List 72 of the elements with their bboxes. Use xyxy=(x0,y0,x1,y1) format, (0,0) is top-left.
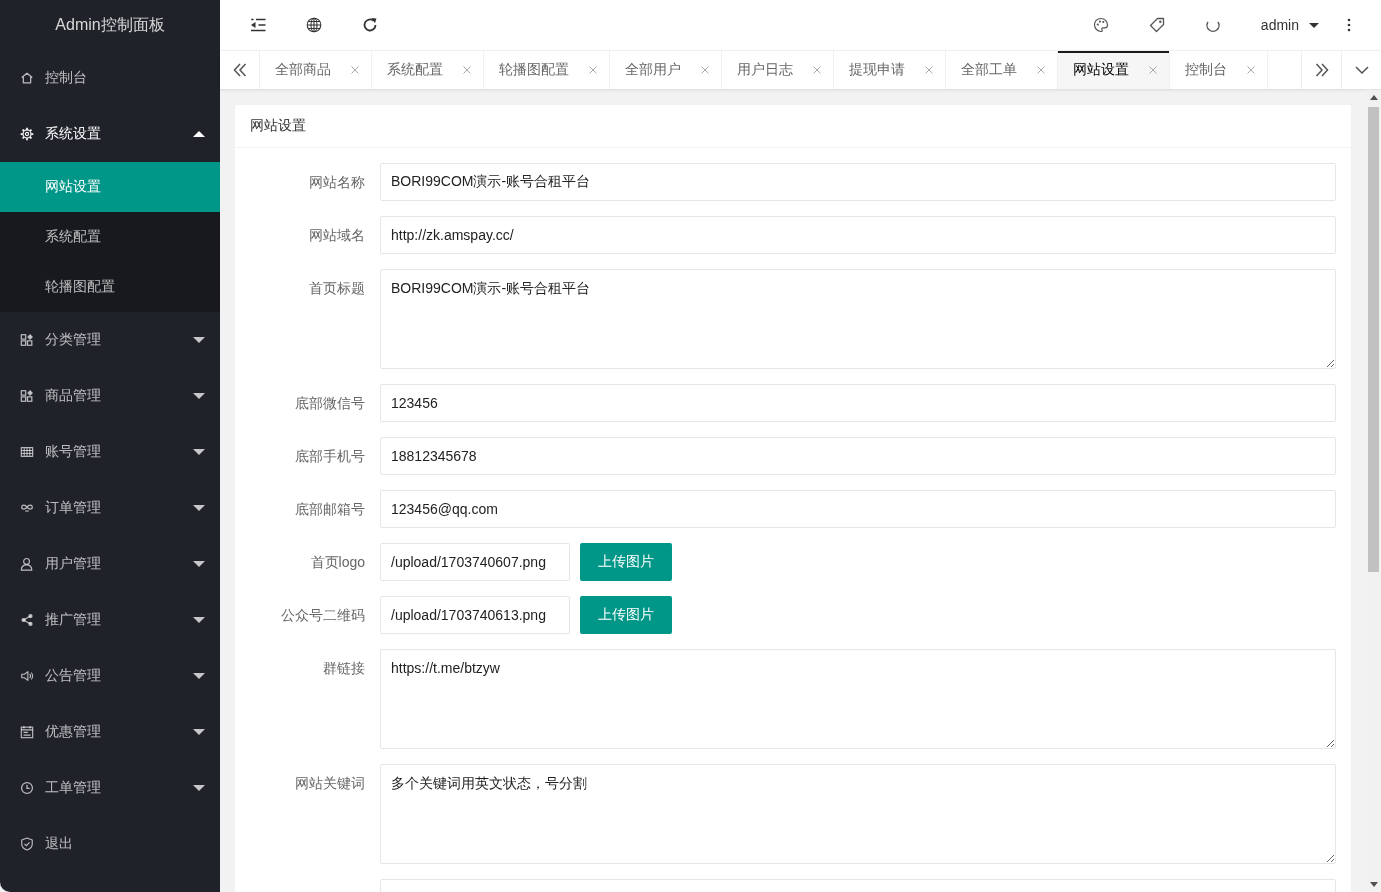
calendar-icon xyxy=(20,725,34,739)
text-field[interactable]: /upload/1703740613.png xyxy=(380,596,570,634)
tab[interactable]: 提现申请 xyxy=(834,51,946,89)
arrow-down-icon[interactable] xyxy=(1369,882,1378,887)
sidebar-item[interactable]: 优惠管理 xyxy=(0,704,220,760)
card-title: 网站设置 xyxy=(250,117,306,135)
caret-down-icon[interactable] xyxy=(1309,22,1319,28)
tab[interactable]: 网站设置 xyxy=(1058,51,1170,89)
speaker-icon xyxy=(20,669,34,683)
field-label: 公众号二维码 xyxy=(281,607,365,623)
text-field[interactable]: 123456 xyxy=(380,384,1336,422)
field-label: 网站名称 xyxy=(309,174,365,190)
chevron-down-icon[interactable] xyxy=(1354,66,1369,74)
tab[interactable]: 全部商品 xyxy=(260,51,372,89)
field-label: 首页logo xyxy=(310,554,365,570)
user-name[interactable]: admin xyxy=(1260,17,1299,33)
grid-icon xyxy=(20,445,34,459)
submenu-item[interactable]: 系统配置 xyxy=(0,212,220,262)
upload-button[interactable]: 上传图片 xyxy=(580,596,672,634)
tab[interactable]: 控制台 xyxy=(1170,51,1268,89)
tab[interactable]: 系统配置 xyxy=(372,51,484,89)
sidebar-item[interactable]: 控制台 xyxy=(0,50,220,106)
textarea-field[interactable]: https://t.me/btzyw xyxy=(380,649,1336,749)
share-icon xyxy=(20,613,34,627)
sidebar-item[interactable]: 账号管理 xyxy=(0,424,220,480)
field-label: 底部微信号 xyxy=(295,395,365,411)
upload-button[interactable]: 上传图片 xyxy=(580,543,672,581)
tab[interactable]: 轮播图配置 xyxy=(484,51,610,89)
sidebar-item[interactable]: 商品管理 xyxy=(0,368,220,424)
apps-icon xyxy=(20,333,34,347)
textarea-field[interactable]: 多个关键词用英文状态，号分割 xyxy=(380,764,1336,864)
tab[interactable]: 用户日志 xyxy=(722,51,834,89)
field-label: 网站关键词 xyxy=(295,775,365,791)
menu-fold-icon[interactable] xyxy=(250,17,266,33)
chevrons-right-icon[interactable] xyxy=(1314,63,1329,77)
submenu-item[interactable]: 轮播图配置 xyxy=(0,262,220,312)
submenu-item[interactable]: 网站设置 xyxy=(0,162,220,212)
field-label: 网站域名 xyxy=(309,227,365,243)
globe-icon[interactable] xyxy=(306,17,322,33)
chevrons-left-icon[interactable] xyxy=(232,63,247,77)
apps-icon xyxy=(20,389,34,403)
sidebar-item[interactable]: 工单管理 xyxy=(0,760,220,816)
arrow-up-icon[interactable] xyxy=(1369,95,1378,100)
text-field[interactable]: http://zk.amspay.cc/ xyxy=(380,216,1336,254)
sidebar-item[interactable]: 退出 xyxy=(0,816,220,872)
sidebar-item[interactable]: 用户管理 xyxy=(0,536,220,592)
scrollbar-thumb[interactable] xyxy=(1368,107,1379,572)
text-field[interactable]: 18812345678 xyxy=(380,437,1336,475)
text-field[interactable]: 123456@qq.com xyxy=(380,490,1336,528)
gear-icon xyxy=(20,127,34,141)
tab[interactable]: 全部用户 xyxy=(610,51,722,89)
refresh-icon[interactable] xyxy=(362,17,378,33)
sidebar-title: Admin控制面板 xyxy=(55,14,165,35)
sidebar-item[interactable]: 分类管理 xyxy=(0,312,220,368)
text-field[interactable]: /upload/1703740607.png xyxy=(380,543,570,581)
more-icon[interactable] xyxy=(1347,18,1351,32)
tag-icon[interactable] xyxy=(1148,17,1165,33)
shield-icon xyxy=(20,837,34,851)
text-field[interactable]: BORI99COM演示-账号合租平台 xyxy=(380,163,1336,201)
sidebar-item[interactable]: 系统设置 xyxy=(0,106,220,162)
palette-icon[interactable] xyxy=(1092,17,1109,33)
sidebar-item[interactable]: 公告管理 xyxy=(0,648,220,704)
field-label: 群链接 xyxy=(323,660,365,676)
clock-icon xyxy=(20,781,34,795)
textarea-field[interactable]: BORI99COM演示-账号合租平台 xyxy=(380,269,1336,369)
field-label: 底部手机号 xyxy=(295,448,365,464)
user-icon xyxy=(20,557,34,571)
house-icon xyxy=(20,71,34,85)
field-label: 底部邮箱号 xyxy=(295,501,365,517)
sidebar-item[interactable]: 推广管理 xyxy=(0,592,220,648)
sidebar-item[interactable]: 订单管理 xyxy=(0,480,220,536)
field-label: 首页标题 xyxy=(309,280,365,296)
